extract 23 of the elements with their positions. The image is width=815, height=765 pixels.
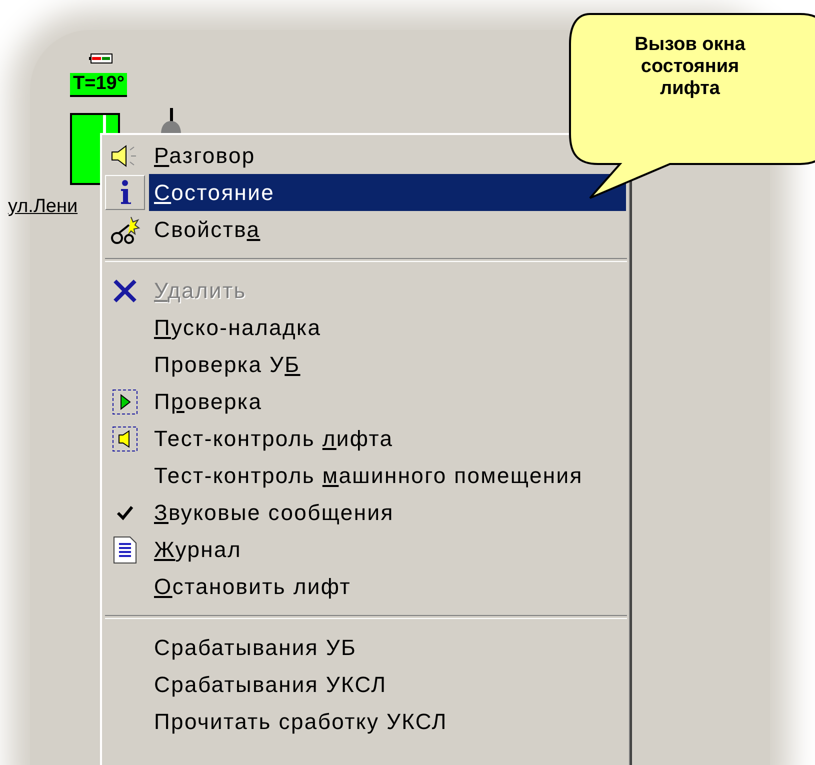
delete-icon [112,278,138,304]
temperature-label: T=19° [70,73,128,97]
menu-item[interactable]: Проверка УБ [149,346,626,383]
play-icon [110,388,140,416]
menu-item[interactable]: Прочитать сработку УКСЛ [149,703,626,740]
info-icon [118,180,132,206]
menu-item[interactable]: П роверка [149,383,626,420]
menu-item[interactable]: Свойства [149,211,626,248]
menu-item[interactable]: Пуско-наладка [149,309,626,346]
menu-item[interactable]: Тест-контроль лифта [149,420,626,457]
tools-icon [109,214,141,244]
address-link[interactable]: ул.Лени [8,196,78,218]
menu-item[interactable]: Срабатывания УБ [149,629,626,666]
menu-item[interactable]: Звуковые сообщения [149,494,626,531]
speaker-icon [110,424,140,452]
battery-icon [89,53,113,65]
menu-item[interactable]: Остановить лифт [149,568,626,605]
menu-item[interactable]: Состояние [149,174,626,211]
menu-item[interactable]: Журнал [149,531,626,568]
menu-item[interactable]: Тест-контроль машинного помещения [149,457,626,494]
menu-item[interactable]: Срабатывания УКСЛ [149,666,626,703]
callout-text: Вызов окна состояния лифта [634,34,746,100]
document-icon [111,534,139,564]
